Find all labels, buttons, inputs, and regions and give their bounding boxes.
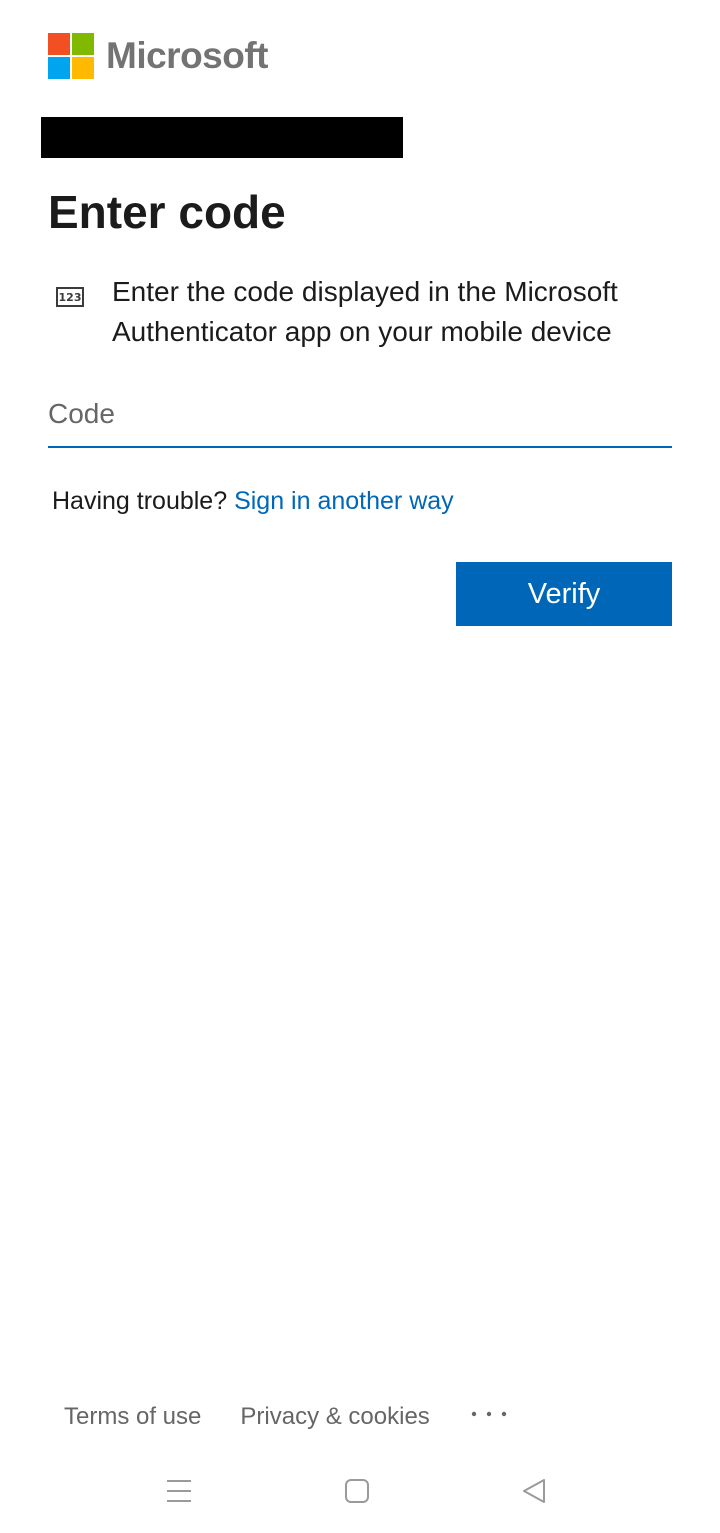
- signin-page: Microsoft Enter code 123 Enter the code …: [0, 0, 720, 1533]
- home-button[interactable]: [340, 1474, 374, 1508]
- ellipsis-icon: [471, 1411, 506, 1417]
- system-navigation-bar: [0, 1460, 720, 1520]
- more-options-icon[interactable]: [470, 1394, 510, 1428]
- back-icon: [523, 1479, 545, 1503]
- logo-square-green: [72, 33, 94, 55]
- code-field: [48, 384, 672, 448]
- terms-of-use-link[interactable]: Terms of use: [64, 1400, 201, 1434]
- microsoft-logo-icon: [48, 33, 94, 79]
- page-title: Enter code: [48, 186, 286, 238]
- redacted-account-identity: [41, 117, 403, 158]
- logo-square-yellow: [72, 57, 94, 79]
- back-button[interactable]: [517, 1474, 551, 1508]
- numeric-code-icon: 123: [56, 287, 84, 307]
- logo-square-red: [48, 33, 70, 55]
- microsoft-logo: Microsoft: [48, 33, 269, 79]
- recent-apps-button[interactable]: [162, 1474, 196, 1508]
- instruction-text: Enter the code displayed in the Microsof…: [112, 276, 618, 347]
- footer: Terms of use Privacy & cookies: [64, 1400, 510, 1434]
- trouble-line: Having trouble? Sign in another way: [52, 485, 454, 517]
- instruction-row: 123 Enter the code displayed in the Micr…: [56, 272, 676, 352]
- brand-name: Microsoft: [106, 35, 269, 76]
- verify-button[interactable]: Verify: [456, 562, 672, 626]
- trouble-text: Having trouble?: [52, 487, 228, 515]
- code-input[interactable]: [48, 384, 672, 444]
- home-icon: [345, 1479, 369, 1503]
- privacy-cookies-link[interactable]: Privacy & cookies: [240, 1400, 429, 1434]
- sign-in-another-way-link[interactable]: Sign in another way: [234, 487, 454, 515]
- logo-square-blue: [48, 57, 70, 79]
- menu-icon: [167, 1480, 191, 1502]
